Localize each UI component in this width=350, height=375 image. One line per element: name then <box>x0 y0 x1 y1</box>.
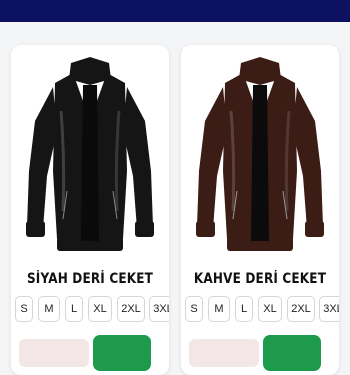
size-option-s[interactable]: S <box>15 296 33 322</box>
size-options: S M L XL 2XL 3XL <box>181 296 339 324</box>
product-title[interactable]: SİYAH DERİ CEKET <box>22 271 158 287</box>
jacket-illustration <box>196 57 324 251</box>
size-options: S M L XL 2XL 3XL <box>11 296 169 324</box>
size-option-l[interactable]: L <box>235 296 253 322</box>
jacket-illustration <box>26 57 154 251</box>
size-option-m[interactable]: M <box>208 296 230 322</box>
product-title[interactable]: KAHVE DERİ CEKET <box>192 271 328 287</box>
size-option-2xl[interactable]: 2XL <box>117 296 145 322</box>
product-card-brown[interactable]: KAHVE DERİ CEKET S M L XL 2XL 3XL <box>181 45 339 375</box>
size-option-3xl[interactable]: 3XL <box>319 296 339 322</box>
size-option-s[interactable]: S <box>185 296 203 322</box>
old-price <box>189 339 259 367</box>
top-header-bar <box>0 0 350 22</box>
size-option-l[interactable]: L <box>65 296 83 322</box>
product-card-black[interactable]: SİYAH DERİ CEKET S M L XL 2XL 3XL <box>11 45 169 375</box>
size-option-xl[interactable]: XL <box>258 296 282 322</box>
old-price <box>19 339 89 367</box>
size-option-3xl[interactable]: 3XL <box>149 296 169 322</box>
size-option-m[interactable]: M <box>38 296 60 322</box>
product-image-brown-jacket[interactable] <box>187 51 333 263</box>
size-option-xl[interactable]: XL <box>88 296 112 322</box>
product-image-black-jacket[interactable] <box>17 51 163 263</box>
size-option-2xl[interactable]: 2XL <box>287 296 315 322</box>
buy-button[interactable] <box>263 335 321 371</box>
buy-button[interactable] <box>93 335 151 371</box>
